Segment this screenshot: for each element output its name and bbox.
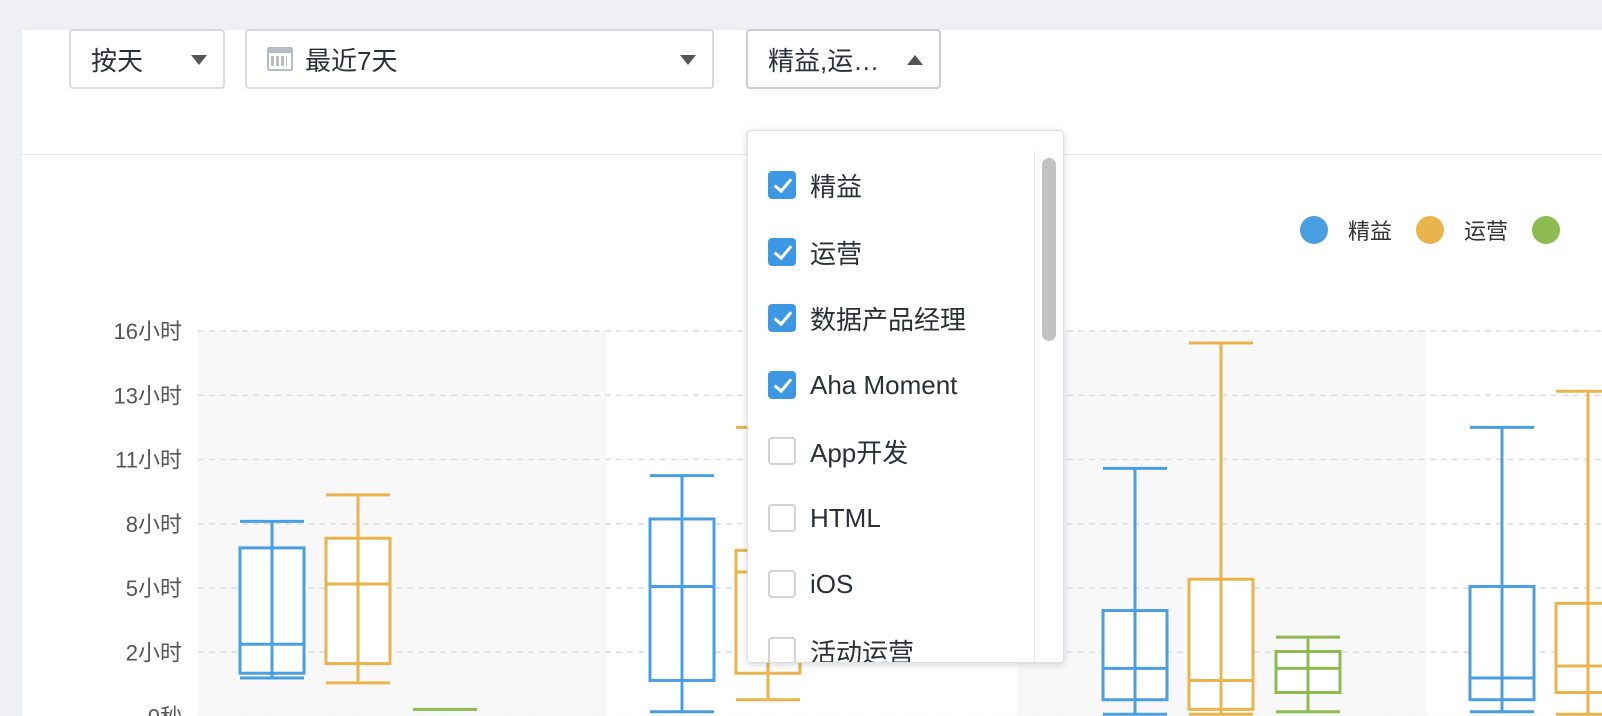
option-label: 数据产品经理 (810, 304, 967, 335)
option-label: App开发 (810, 437, 909, 468)
option-data-pm[interactable]: 数据产品经理 (768, 301, 966, 335)
y-tick-label: 8小时 (126, 512, 182, 537)
scrollbar-thumb[interactable] (1042, 158, 1056, 341)
box-body (1554, 601, 1602, 695)
option-label: 活动运营 (810, 637, 915, 663)
checkbox-checked[interactable] (768, 238, 796, 266)
checkbox-checked[interactable] (768, 171, 796, 199)
checkbox-checked[interactable] (768, 371, 796, 399)
group-dropdown-menu: 精益 运营 数据产品经理 Aha Moment App开发 HTML iOS 活… (747, 130, 1064, 663)
option-aha-moment[interactable]: Aha Moment (768, 368, 957, 402)
option-ios[interactable]: iOS (768, 567, 853, 601)
option-label: 精益 (810, 171, 863, 202)
y-tick-label: 2小时 (126, 640, 182, 665)
checkbox-checked[interactable] (768, 304, 796, 332)
option-app-dev[interactable]: App开发 (768, 434, 908, 468)
option-label: 运营 (810, 238, 863, 269)
checkbox-unchecked[interactable] (768, 437, 796, 465)
y-tick-label: 0秒 (148, 705, 182, 716)
y-tick-label: 16小时 (114, 319, 182, 344)
option-label: iOS (810, 568, 854, 599)
checkbox-unchecked[interactable] (768, 504, 796, 532)
option-label: HTML (810, 502, 881, 533)
option-activity-ops[interactable]: 活动运营 (768, 634, 915, 663)
scrollbar-track (1034, 151, 1035, 662)
option-html[interactable]: HTML (768, 501, 881, 535)
option-jingyi[interactable]: 精益 (768, 168, 862, 202)
y-tick-label: 13小时 (114, 383, 182, 408)
checkbox-unchecked[interactable] (768, 570, 796, 598)
y-tick-label: 11小时 (115, 447, 182, 472)
y-tick-label: 5小时 (126, 576, 182, 601)
option-yunying[interactable]: 运营 (768, 235, 862, 269)
option-label: Aha Moment (810, 369, 958, 400)
checkbox-unchecked[interactable] (768, 637, 796, 662)
